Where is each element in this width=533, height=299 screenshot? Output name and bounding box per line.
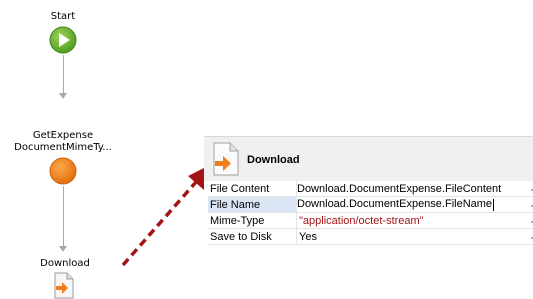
flow-arrow-head [59,246,67,252]
property-name: File Name [208,196,297,213]
flow-connector [63,186,64,248]
property-value[interactable]: Yes [296,228,533,245]
property-value[interactable]: Download.DocumentExpense.FileContent [296,181,533,197]
properties-header: Download [204,136,533,181]
callout-dashed-arrow [121,164,212,267]
property-value[interactable]: "application/octet-stream" [296,212,533,229]
properties-grid: File Content Download.DocumentExpense.Fi… [208,181,533,245]
property-row[interactable]: Save to Disk Yes [208,228,533,245]
flow-arrow-head [59,93,67,99]
property-row[interactable]: Mime-Type "application/octet-stream" [208,212,533,229]
action-node-label-1: GetExpense [32,130,94,141]
panel-title: Download [247,154,300,166]
property-name: Mime-Type [208,212,297,229]
action-node-label-2: DocumentMimeTy... [14,142,112,153]
download-document-icon [213,142,239,176]
download-node-label: Download [40,258,90,269]
properties-panel: Download File Content Download.DocumentE… [204,136,533,246]
download-node[interactable] [52,272,76,299]
property-name: File Content [208,181,297,197]
property-row[interactable]: File Content Download.DocumentExpense.Fi… [208,181,533,197]
property-name: Save to Disk [208,228,297,245]
start-node-label: Start [50,11,76,22]
start-node[interactable] [48,25,78,55]
property-value-editing[interactable]: Download.DocumentExpense.FileName [296,196,533,213]
flow-canvas: Start GetExpense DocumentMimeTy... Downl… [0,0,533,299]
property-value-text[interactable]: Download.DocumentExpense.FileName [297,198,492,210]
server-action-node[interactable] [49,157,77,185]
text-caret [493,198,495,211]
property-row-selected[interactable]: File Name Download.DocumentExpense.FileN… [208,196,533,213]
flow-connector [63,55,64,95]
